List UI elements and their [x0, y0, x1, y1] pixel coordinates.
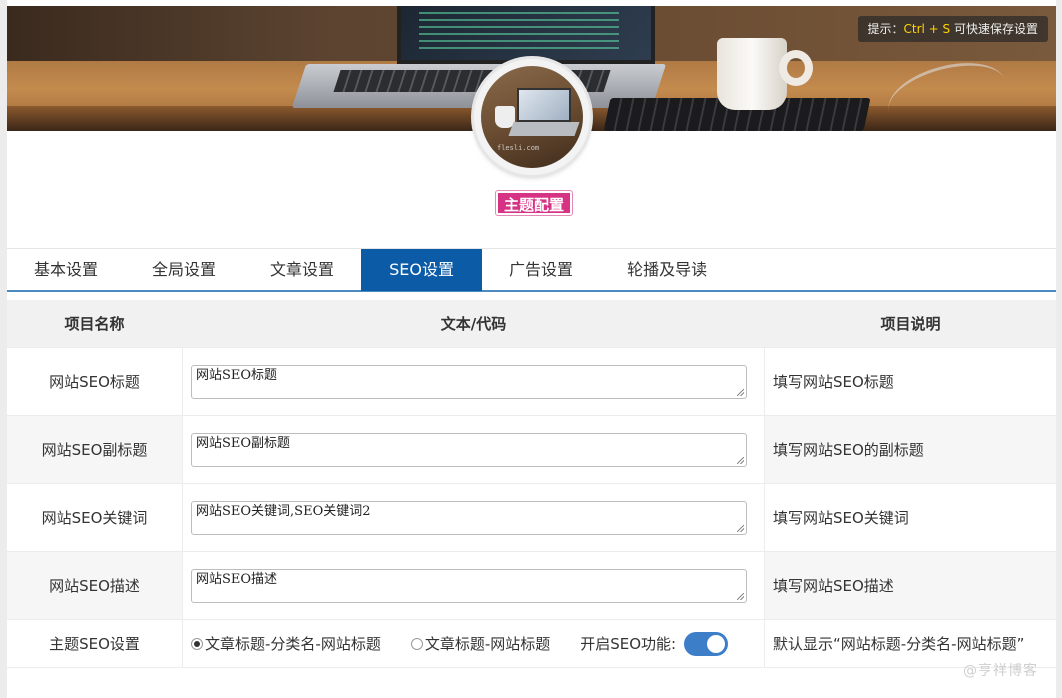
row-value-cell: 网站SEO副标题: [182, 416, 765, 483]
hint-prefix: 提示：: [867, 22, 904, 36]
tab-ads[interactable]: 广告设置: [482, 249, 600, 291]
table-header: 项目名称 文本/代码 项目说明: [7, 300, 1056, 348]
seo-keywords-input[interactable]: 网站SEO关键词,SEO关键词2: [191, 500, 747, 535]
row-value-cell: 文章标题-分类名-网站标题 文章标题-网站标题 开启SEO功能:: [182, 620, 765, 667]
theme-title-badge: 主题配置: [496, 191, 573, 215]
tab-basic[interactable]: 基本设置: [7, 249, 125, 291]
avatar-laptop-base: [508, 122, 580, 136]
settings-tabs: 基本设置 全局设置 文章设置 SEO设置 广告设置 轮播及导读: [7, 248, 1056, 292]
option-label: 文章标题-网站标题: [424, 635, 551, 653]
save-shortcut-hint: 提示：Ctrl + S 可快速保存设置: [857, 16, 1048, 42]
seo-toggle-label: 开启SEO功能:: [580, 635, 677, 653]
option-label: 文章标题-分类名-网站标题: [205, 635, 381, 653]
seo-description-input[interactable]: 网站SEO描述: [191, 568, 747, 603]
table-row: 网站SEO副标题 网站SEO副标题 填写网站SEO的副标题: [7, 416, 1056, 484]
table-row: 网站SEO标题 网站SEO标题 填写网站SEO标题: [7, 348, 1056, 416]
header-name: 项目名称: [64, 315, 125, 333]
row-label: 网站SEO描述: [49, 577, 140, 595]
hint-suffix: 可快速保存设置: [950, 22, 1038, 36]
radio-checked-icon[interactable]: [191, 637, 203, 650]
table-row: 主题SEO设置 文章标题-分类名-网站标题 文章标题-网站标题 开启SEO功能:…: [7, 620, 1056, 668]
seo-enable-toggle[interactable]: [684, 631, 729, 656]
seo-settings-table: 项目名称 文本/代码 项目说明 网站SEO标题 网站SEO标题 填写网站SEO标…: [7, 300, 1056, 668]
tab-seo[interactable]: SEO设置: [361, 249, 483, 291]
header-desc: 项目说明: [880, 315, 941, 333]
avatar-caption: flesli.com: [497, 144, 540, 152]
seo-subtitle-input[interactable]: 网站SEO副标题: [191, 432, 747, 467]
table-row: 网站SEO描述 网站SEO描述 填写网站SEO描述: [7, 552, 1056, 620]
table-row: 网站SEO关键词 网站SEO关键词,SEO关键词2 填写网站SEO关键词: [7, 484, 1056, 552]
watermark: @亨祥博客: [963, 663, 1038, 679]
row-label: 网站SEO副标题: [41, 441, 148, 459]
hint-key: Ctrl + S: [903, 22, 951, 36]
banner-laptop-screen: [397, 6, 655, 64]
banner-mug: [717, 38, 787, 110]
row-label: 网站SEO关键词: [41, 509, 148, 527]
avatar-image: flesli.com: [481, 66, 583, 168]
row-desc: 填写网站SEO标题: [773, 373, 894, 391]
row-desc: 填写网站SEO的副标题: [773, 441, 924, 459]
row-label: 主题SEO设置: [49, 635, 140, 653]
seo-format-option-2[interactable]: 文章标题-网站标题: [410, 633, 551, 654]
avatar-laptop: [517, 88, 571, 122]
header-value: 文本/代码: [182, 300, 765, 347]
row-value-cell: 网站SEO关键词,SEO关键词2: [182, 484, 765, 551]
radio-unchecked-icon[interactable]: [410, 637, 423, 650]
settings-page: 提示：Ctrl + S 可快速保存设置 flesli.com 主题配置 基本设置…: [7, 0, 1056, 698]
row-value-cell: 网站SEO标题: [182, 348, 765, 415]
tab-carousel[interactable]: 轮播及导读: [600, 249, 734, 291]
row-desc: 填写网站SEO关键词: [773, 509, 909, 527]
row-desc: 填写网站SEO描述: [773, 577, 894, 595]
avatar: flesli.com: [474, 59, 590, 175]
banner-mug-handle: [779, 50, 813, 86]
seo-format-radio-group: 文章标题-分类名-网站标题 文章标题-网站标题 开启SEO功能:: [191, 631, 729, 656]
tab-global[interactable]: 全局设置: [125, 249, 243, 291]
row-value-cell: 网站SEO描述: [182, 552, 765, 619]
seo-format-option-1[interactable]: 文章标题-分类名-网站标题: [191, 633, 381, 654]
tab-article[interactable]: 文章设置: [243, 249, 361, 291]
seo-title-input[interactable]: 网站SEO标题: [191, 364, 747, 399]
row-label: 网站SEO标题: [49, 373, 140, 391]
